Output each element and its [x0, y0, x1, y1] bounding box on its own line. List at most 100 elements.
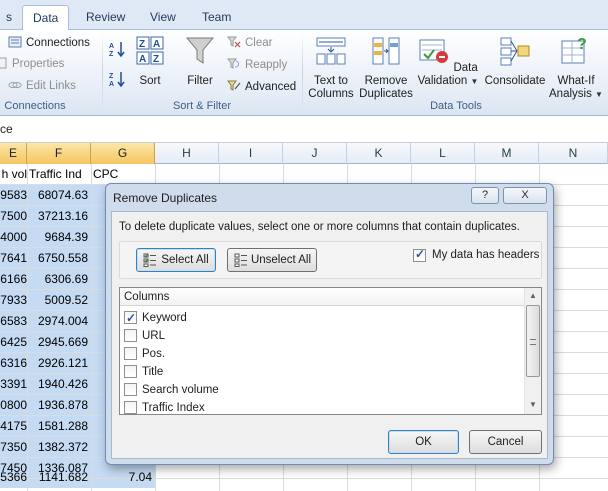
column-header-k[interactable]: K [347, 143, 411, 164]
column-header-j[interactable]: J [283, 143, 347, 164]
sort-za-button[interactable]: ZA [108, 70, 130, 90]
tab-review[interactable]: Review [76, 5, 135, 30]
columns-listbox[interactable]: Columns ✓ Keyword URL Pos. Title Search … [119, 287, 542, 415]
group-divider [102, 34, 103, 112]
cancel-label: Cancel [487, 436, 524, 448]
tab-formulas[interactable]: s [0, 5, 22, 30]
table-cell[interactable]: 7500 [0, 206, 27, 226]
scrollbar-thumb[interactable] [526, 305, 540, 377]
what-if-analysis-icon: ? [561, 36, 587, 64]
table-cell[interactable]: 68074.63 [27, 185, 91, 205]
column-header-g[interactable]: G [91, 143, 155, 164]
header-cell-traffic-index[interactable]: Traffic Ind [27, 164, 91, 184]
table-cell[interactable]: 9684.39 [27, 227, 91, 247]
table-cell[interactable]: 1940.426 [27, 374, 91, 394]
column-checkbox-search-volume[interactable] [124, 383, 137, 396]
table-cell[interactable]: 0800 [0, 395, 27, 415]
table-cell[interactable]: 2945.669 [27, 332, 91, 352]
column-checkbox-pos[interactable] [124, 347, 137, 360]
svg-text:A: A [109, 43, 114, 50]
edit-links-button[interactable]: Edit Links [8, 76, 76, 96]
table-cell[interactable]: 7.04 [91, 467, 155, 487]
unselect-all-button[interactable]: Unselect All [227, 248, 317, 272]
table-cell[interactable]: 2974.004 [27, 311, 91, 331]
grip-icon [530, 339, 536, 345]
column-checkbox-title[interactable] [124, 365, 137, 378]
select-all-button[interactable]: Select All [136, 248, 216, 272]
table-cell[interactable]: 6316 [0, 353, 27, 373]
table-cell[interactable]: 5366 [0, 467, 27, 487]
table-cell[interactable]: 6583 [0, 311, 27, 331]
help-icon: ? [481, 189, 489, 201]
what-if-analysis-button[interactable]: ? What-If Analysis ▼ [549, 35, 603, 101]
formula-bar[interactable]: ce [0, 117, 608, 143]
help-button[interactable]: ? [471, 187, 499, 204]
svg-text:A: A [139, 54, 146, 65]
data-validation-button[interactable]: Data Validation ▼ [417, 35, 479, 88]
table-cell[interactable]: 7933 [0, 290, 27, 310]
gridline [91, 164, 92, 491]
vertical-scrollbar[interactable]: ▲ ▼ [524, 288, 541, 414]
reapply-button[interactable]: Reapply [227, 55, 287, 75]
table-cell[interactable]: 37213.16 [27, 206, 91, 226]
column-checkbox-keyword[interactable]: ✓ [124, 311, 137, 325]
advanced-filter-icon [227, 80, 241, 91]
table-cell[interactable]: 4000 [0, 227, 27, 247]
checkmark-icon: ✓ [126, 311, 137, 325]
remove-duplicates-icon [372, 37, 400, 65]
sort-button[interactable]: ZAAZ Sort [134, 35, 166, 88]
tab-team[interactable]: Team [192, 5, 241, 30]
connections-button[interactable]: Connections [8, 33, 90, 53]
column-header-l[interactable]: L [411, 143, 475, 164]
filter-button[interactable]: Filter [182, 35, 218, 88]
column-header-i[interactable]: I [219, 143, 283, 164]
table-cell[interactable]: 6750.558 [27, 248, 91, 268]
properties-button[interactable]: Properties [0, 54, 64, 74]
column-header-f[interactable]: F [27, 143, 91, 164]
my-data-has-headers-checkbox[interactable]: ✓ [413, 247, 426, 262]
table-cell[interactable]: 2926.121 [27, 353, 91, 373]
table-cell[interactable]: 6425 [0, 332, 27, 352]
column-header-e[interactable]: E [0, 143, 27, 164]
consolidate-button[interactable]: Consolidate [483, 35, 547, 88]
table-cell[interactable]: 4175 [0, 416, 27, 436]
selection-toolbar: Select All Unselect All ✓ My data has he… [119, 241, 542, 279]
table-cell[interactable]: 1936.878 [27, 395, 91, 415]
what-if-label-2: Analysis [549, 88, 592, 100]
dialog-instructions: To delete duplicate values, select one o… [119, 221, 520, 233]
close-button[interactable]: X [503, 187, 547, 204]
header-cell-search-volume[interactable]: h vol [0, 164, 27, 184]
column-checkbox-url[interactable] [124, 329, 137, 342]
scroll-down-arrow-icon[interactable]: ▼ [525, 397, 541, 413]
table-cell[interactable]: 1382.372 [27, 437, 91, 457]
remove-duplicates-button[interactable]: Remove Duplicates [358, 35, 414, 101]
scroll-up-arrow-icon[interactable]: ▲ [525, 288, 541, 304]
ok-button[interactable]: OK [388, 430, 459, 454]
table-cell[interactable]: 7641 [0, 248, 27, 268]
advanced-filter-button[interactable]: Advanced [227, 77, 296, 97]
ribbon-tab-bar: s Data Review View Team [0, 0, 608, 31]
column-header-m[interactable]: M [475, 143, 539, 164]
column-checkbox-traffic-index[interactable] [124, 401, 137, 414]
column-item-label: Traffic Index [142, 402, 205, 414]
table-cell[interactable]: 3391 [0, 374, 27, 394]
table-cell[interactable]: 1581.288 [27, 416, 91, 436]
column-header-n[interactable]: N [539, 143, 608, 164]
header-cell-cpc[interactable]: CPC [91, 164, 155, 184]
columns-list-header: Columns [120, 288, 525, 306]
sort-az-button[interactable]: AZ [108, 40, 130, 60]
column-item-label: Search volume [142, 384, 219, 396]
table-cell[interactable]: 5009.52 [27, 290, 91, 310]
column-header-h[interactable]: H [155, 143, 219, 164]
tab-view[interactable]: View [140, 5, 186, 30]
cancel-button[interactable]: Cancel [469, 430, 542, 454]
table-cell[interactable]: 1141.682 [27, 467, 91, 487]
svg-text:A: A [153, 39, 160, 50]
table-cell[interactable]: 6306.69 [27, 269, 91, 289]
clear-filter-button[interactable]: Clear [227, 33, 272, 53]
tab-data[interactable]: Data [22, 5, 70, 31]
table-cell[interactable]: 6166 [0, 269, 27, 289]
table-cell[interactable]: 9583 [0, 185, 27, 205]
table-cell[interactable]: 7350 [0, 437, 27, 457]
text-to-columns-button[interactable]: Text to Columns [307, 35, 355, 101]
